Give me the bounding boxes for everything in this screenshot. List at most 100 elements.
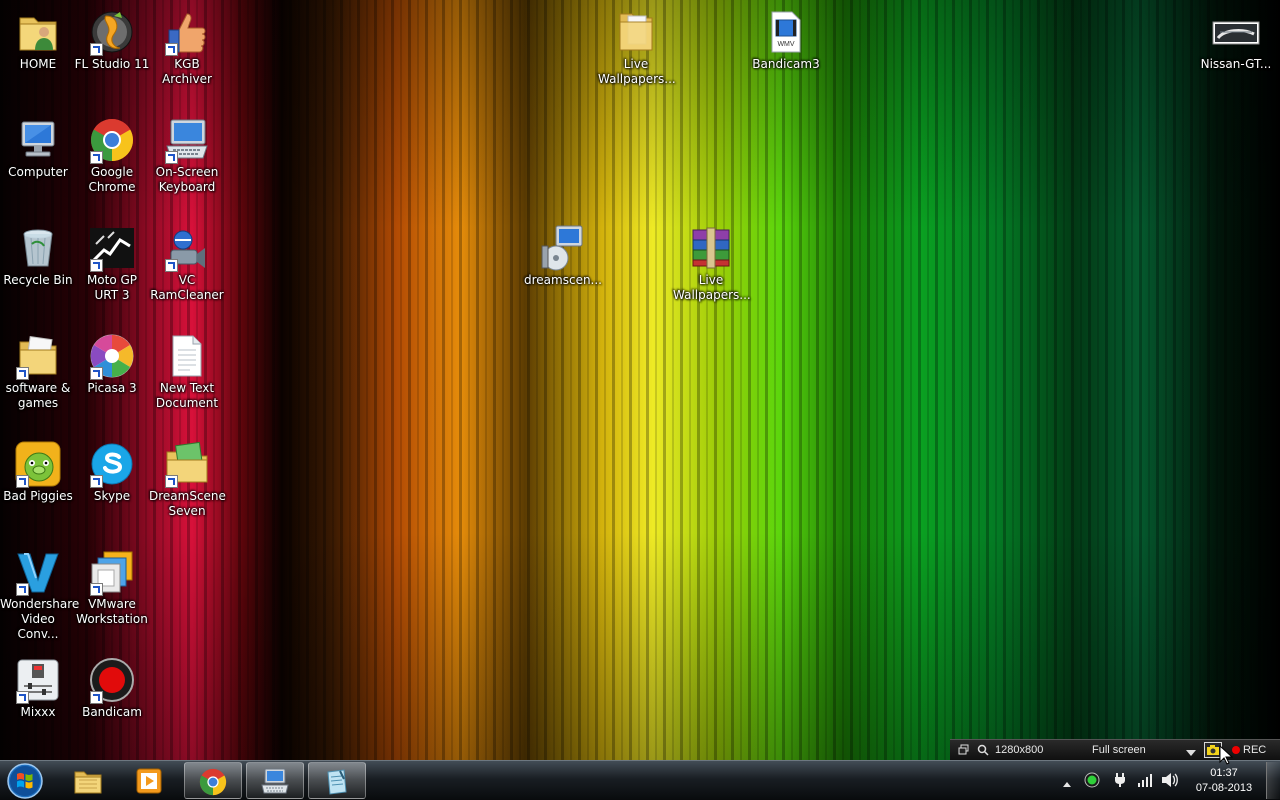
record-button[interactable]: REC: [1232, 744, 1266, 756]
desktop-icon-vc-ramcleaner[interactable]: VC RamCleaner: [149, 224, 225, 303]
desktop-icon-label: Skype: [93, 489, 131, 503]
power-plug-icon: [1115, 773, 1125, 787]
desktop-icon-label: Live Wallpapers...: [598, 57, 676, 86]
start-button[interactable]: [4, 762, 46, 800]
desktop-icon-kgb-archiver[interactable]: KGB Archiver: [149, 8, 225, 87]
desktop-icon-dreamscene-installer[interactable]: dreamscen...: [524, 224, 602, 288]
desktop-icon-label: Recycle Bin: [3, 273, 73, 287]
recycle-bin-icon: [14, 224, 62, 272]
chevron-up-icon: [1063, 782, 1071, 787]
taskbar-chrome-button[interactable]: [184, 762, 242, 799]
desktop-icon-skype[interactable]: Skype: [74, 440, 150, 504]
shortcut-arrow-icon: [16, 583, 29, 596]
desktop-icon-motogp[interactable]: Moto GP URT 3: [74, 224, 150, 303]
desktop-icon-home[interactable]: HOME: [0, 8, 76, 72]
chevron-down-icon[interactable]: [1186, 747, 1196, 759]
window-restore-icon[interactable]: [958, 744, 969, 758]
desktop-icon-label: Picasa 3: [87, 381, 137, 395]
winrar-icon: [687, 224, 735, 272]
show-hidden-icons-button[interactable]: [1061, 774, 1077, 790]
desktop-icon-label: dreamscen...: [524, 273, 602, 287]
tray-power-button[interactable]: [1112, 772, 1128, 788]
shortcut-arrow-icon: [90, 259, 103, 272]
wondershare-icon: [14, 548, 62, 596]
shortcut-arrow-icon: [165, 475, 178, 488]
text-document-icon: [163, 332, 211, 380]
motogp-icon: [88, 224, 136, 272]
desktop-icon-google-chrome[interactable]: Google Chrome: [74, 116, 150, 195]
clock-date: 07-08-2013: [1195, 782, 1253, 794]
taskbar-media-player-button[interactable]: [121, 762, 179, 799]
taskbar: 01:37 07-08-2013: [0, 760, 1280, 800]
desktop-icon-live-wallpapers-folder[interactable]: Live Wallpapers...: [598, 8, 676, 87]
tray-network-button[interactable]: [1137, 772, 1153, 788]
desktop-icon-new-text-document[interactable]: New Text Document: [149, 332, 225, 411]
bad-piggies-icon: [14, 440, 62, 488]
desktop-icon-label: Bandicam3: [752, 57, 820, 71]
speaker-icon: [1162, 773, 1178, 787]
desktop: HOME Computer Recycle Bin software & gam…: [0, 0, 1280, 760]
mouse-cursor-icon: [1219, 744, 1234, 765]
desktop-icon-software-games[interactable]: software & games: [0, 332, 76, 411]
folder-icon: [612, 8, 660, 56]
record-label: REC: [1243, 744, 1267, 756]
desktop-icon-label: Bad Piggies: [3, 489, 73, 503]
on-screen-keyboard-icon: [261, 768, 289, 794]
desktop-icon-live-wallpapers-archive[interactable]: Live Wallpapers...: [673, 224, 751, 303]
skype-icon: [88, 440, 136, 488]
desktop-icon-bad-piggies[interactable]: Bad Piggies: [0, 440, 76, 504]
taskbar-clock[interactable]: 01:37 07-08-2013: [1188, 766, 1260, 796]
shortcut-arrow-icon: [16, 367, 29, 380]
desktop-icon-vmware[interactable]: VMware Workstation: [74, 548, 150, 627]
signal-bars-icon: [1138, 774, 1152, 787]
kgb-archiver-icon: [163, 8, 211, 56]
desktop-icon-label: Computer: [8, 165, 68, 179]
desktop-icon-label: Bandicam: [82, 705, 142, 719]
shortcut-arrow-icon: [90, 691, 103, 704]
green-status-icon: [1084, 772, 1100, 788]
desktop-icon-wondershare[interactable]: Wondershare Video Conv...: [0, 548, 79, 642]
chrome-icon: [88, 116, 136, 164]
desktop-icon-dreamscene-seven[interactable]: DreamScene Seven: [149, 440, 226, 519]
installer-icon: [538, 224, 586, 272]
taskbar-notepad-button[interactable]: [308, 762, 366, 799]
tray-volume-button[interactable]: [1161, 772, 1178, 788]
desktop-icon-on-screen-keyboard[interactable]: On-Screen Keyboard: [149, 116, 225, 195]
desktop-icon-mixxx[interactable]: Mixxx: [0, 656, 76, 720]
wmv-file-icon: WMV: [762, 8, 810, 56]
desktop-icon-recycle-bin[interactable]: Recycle Bin: [0, 224, 76, 288]
tray-status-icon[interactable]: [1084, 772, 1100, 788]
svg-text:WMV: WMV: [777, 41, 794, 48]
zoom-icon[interactable]: [977, 744, 989, 759]
desktop-icon-label: HOME: [19, 57, 57, 71]
notepad-icon: [327, 769, 347, 795]
shortcut-arrow-icon: [90, 583, 103, 596]
taskbar-on-screen-keyboard-button[interactable]: [246, 762, 304, 799]
shortcut-arrow-icon: [90, 475, 103, 488]
ram-cleaner-icon: [163, 224, 211, 272]
desktop-icon-label: Mixxx: [20, 705, 56, 719]
show-desktop-button[interactable]: [1266, 762, 1280, 799]
desktop-icon-computer[interactable]: Computer: [0, 116, 76, 180]
desktop-icon-bandicam[interactable]: Bandicam: [74, 656, 150, 720]
desktop-icon-label: VC RamCleaner: [150, 273, 224, 302]
shortcut-arrow-icon: [16, 475, 29, 488]
desktop-icon-bandicam3-video[interactable]: WMV Bandicam3: [748, 8, 824, 72]
shortcut-arrow-icon: [16, 691, 29, 704]
folder-user-icon: [14, 8, 62, 56]
taskbar-explorer-button[interactable]: [60, 762, 118, 799]
desktop-icon-fl-studio[interactable]: FL Studio 11: [74, 8, 150, 72]
desktop-icon-label: On-Screen Keyboard: [155, 165, 219, 194]
desktop-icon-label: Google Chrome: [88, 165, 136, 194]
windows-logo-icon: [7, 763, 43, 799]
desktop-icon-label: Nissan-GT...: [1200, 57, 1272, 71]
desktop-icon-picasa[interactable]: Picasa 3: [74, 332, 150, 396]
image-thumbnail-icon: [1212, 8, 1260, 56]
desktop-icon-nissan-gt-image[interactable]: Nissan-GT...: [1198, 8, 1274, 72]
keyboard-icon: [163, 116, 211, 164]
computer-icon: [14, 116, 62, 164]
shortcut-arrow-icon: [165, 43, 178, 56]
vmware-icon: [88, 548, 136, 596]
recording-mode-select[interactable]: Full screen: [1092, 744, 1146, 756]
folder-icon: [14, 332, 62, 380]
